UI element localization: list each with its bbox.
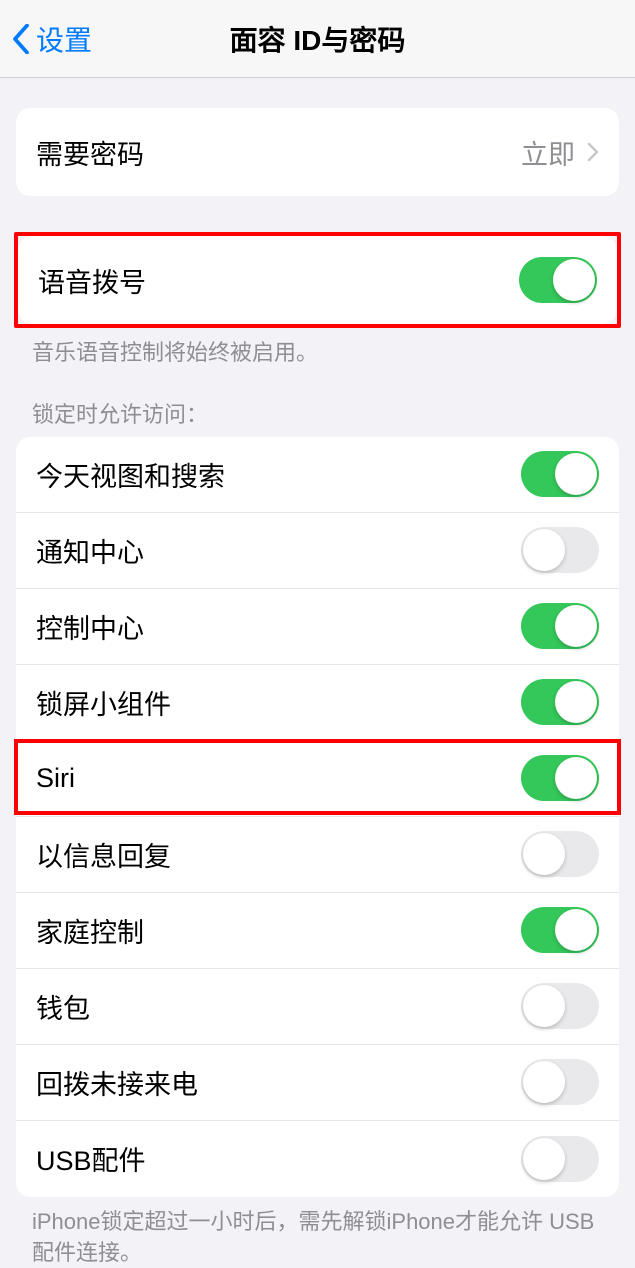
lock-access-switch[interactable] xyxy=(521,831,599,877)
navigation-bar: 设置 面容 ID与密码 xyxy=(0,0,635,78)
lock-access-switch[interactable] xyxy=(521,527,599,573)
lock-access-switch[interactable] xyxy=(521,1059,599,1105)
lock-access-item-label: 控制中心 xyxy=(36,607,144,646)
lock-access-item-label: Siri xyxy=(36,763,75,794)
lock-access-switch[interactable] xyxy=(521,603,599,649)
chevron-right-icon xyxy=(587,142,599,162)
lock-access-item-label: USB配件 xyxy=(36,1139,146,1178)
lock-access-row: 控制中心 xyxy=(16,589,619,665)
lock-access-group: 今天视图和搜索通知中心控制中心锁屏小组件 Siri 以信息回复家庭控制钱包回拨未接来… xyxy=(16,437,619,1197)
require-passcode-value-wrap: 立即 xyxy=(521,133,599,172)
lock-access-switch[interactable] xyxy=(521,679,599,725)
lock-access-switch[interactable] xyxy=(521,983,599,1029)
voice-dial-label: 语音拨号 xyxy=(38,261,146,300)
require-passcode-value: 立即 xyxy=(521,133,575,172)
lock-access-switch[interactable] xyxy=(521,907,599,953)
lock-access-row: 锁屏小组件 xyxy=(16,665,619,741)
lock-access-switch[interactable] xyxy=(521,451,599,497)
lock-access-header: 锁定时允许访问： xyxy=(0,369,635,437)
lock-access-item-label: 钱包 xyxy=(36,987,90,1026)
require-passcode-label: 需要密码 xyxy=(36,133,144,172)
page-title: 面容 ID与密码 xyxy=(230,19,406,59)
lock-access-row: USB配件 xyxy=(16,1121,619,1197)
lock-access-row: 通知中心 xyxy=(16,513,619,589)
lock-access-switch[interactable] xyxy=(521,1136,599,1182)
lock-access-item-label: 家庭控制 xyxy=(36,911,144,950)
lock-access-row: 今天视图和搜索 xyxy=(16,437,619,513)
voice-dial-footer: 音乐语音控制将始终被启用。 xyxy=(0,328,635,369)
lock-access-item-label: 锁屏小组件 xyxy=(36,683,171,722)
lock-access-item-label: 今天视图和搜索 xyxy=(36,455,225,494)
back-label: 设置 xyxy=(36,19,92,59)
lock-access-row: 钱包 xyxy=(16,969,619,1045)
voice-dial-highlight: 语音拨号 xyxy=(14,232,621,328)
voice-dial-switch[interactable] xyxy=(519,257,597,303)
require-passcode-row[interactable]: 需要密码 立即 xyxy=(16,108,619,196)
require-passcode-group: 需要密码 立即 xyxy=(16,108,619,196)
lock-access-footer: iPhone锁定超过一小时后，需先解锁iPhone才能允许 USB 配件连接。 xyxy=(0,1197,635,1268)
lock-access-row: Siri xyxy=(16,741,619,817)
lock-access-row: 家庭控制 xyxy=(16,893,619,969)
lock-access-item-label: 通知中心 xyxy=(36,531,144,570)
lock-access-row: 以信息回复 xyxy=(16,817,619,893)
back-button[interactable]: 设置 xyxy=(0,19,92,59)
lock-access-item-label: 回拨未接来电 xyxy=(36,1063,198,1102)
lock-access-item-label: 以信息回复 xyxy=(36,835,171,874)
voice-dial-row: 语音拨号 xyxy=(18,236,617,324)
lock-access-switch[interactable] xyxy=(521,755,599,801)
lock-access-row: 回拨未接来电 xyxy=(16,1045,619,1121)
back-chevron-icon xyxy=(12,24,30,54)
